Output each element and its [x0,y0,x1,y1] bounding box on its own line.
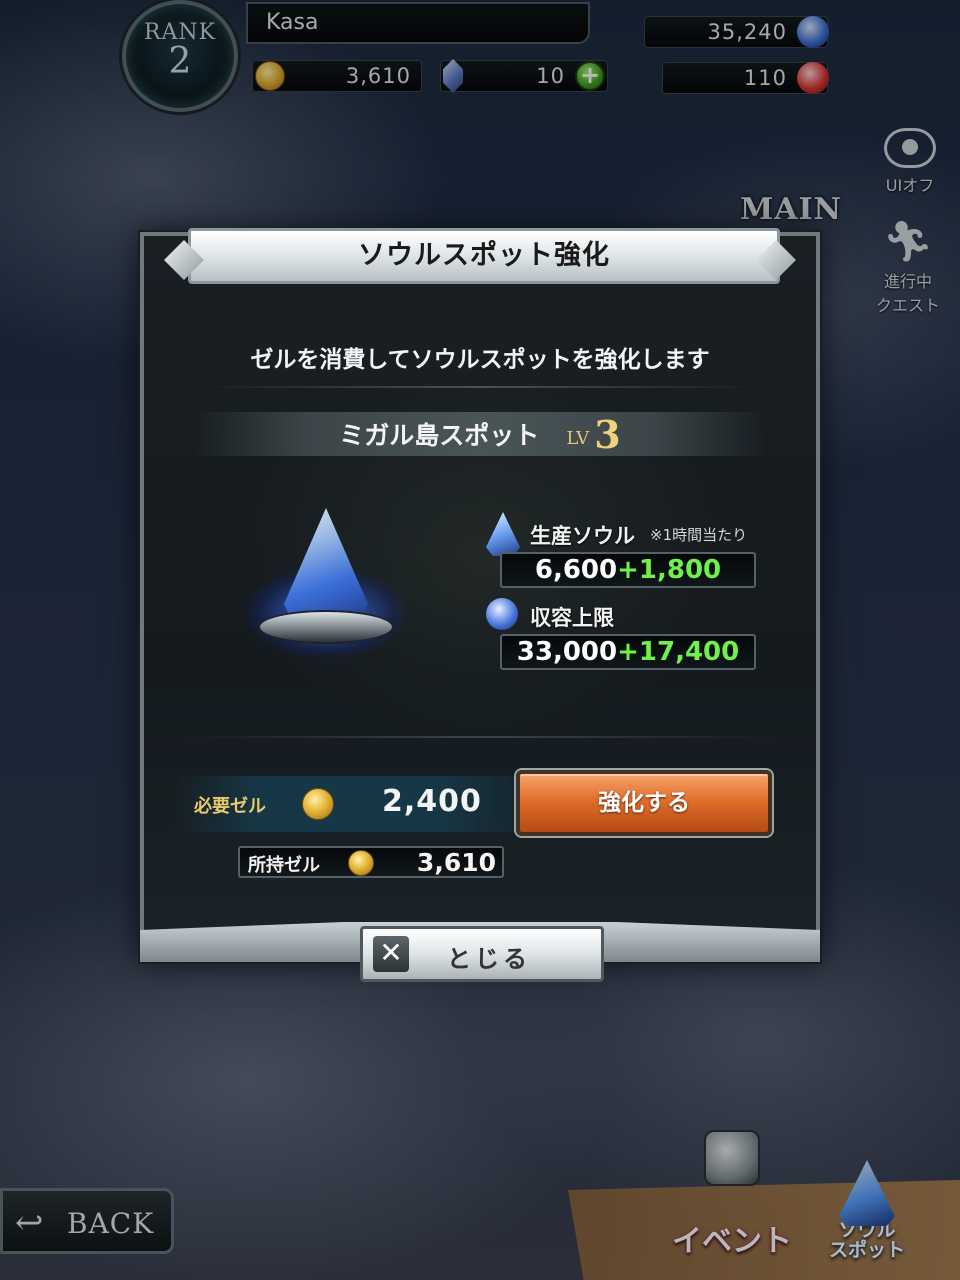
owned-gil-row: 所持ゼル 3,610 [238,846,504,878]
capacity-stat: 収容上限 33,000+17,400 [486,598,756,670]
required-gil-value: 2,400 [382,784,482,819]
production-value-box: 6,600+1,800 [500,552,756,588]
production-stat: 生産ソウル ※1時間当たり 6,600+1,800 [486,512,756,588]
owned-gil-label: 所持ゼル [248,855,320,876]
spot-pedestal [258,610,394,644]
enhance-button[interactable]: 強化する [516,770,772,836]
production-base: 6,600 [534,555,618,585]
capacity-base: 33,000 [516,637,618,667]
soul-drop-icon [486,512,520,556]
enhance-button-label: 強化する [598,790,690,816]
capacity-title: 収容上限 [486,598,756,634]
level-label: LV [566,428,590,449]
capacity-plus: +17,400 [617,637,740,667]
spot-name-bar: ミガル島スポット LV 3 [194,412,766,457]
divider [204,386,756,388]
soul-orb-icon [486,598,518,630]
close-icon: ✕ [373,936,409,972]
capacity-label: 収容上限 [530,606,614,630]
close-button[interactable]: ✕ とじる [360,926,604,982]
level-value: 3 [594,412,621,457]
dialog-title: ソウルスポット強化 [358,240,610,271]
production-label: 生産ソウル [530,524,635,548]
close-button-label: とじる [447,945,531,973]
production-plus: +1,800 [617,555,722,585]
required-gil-row: 必要ゼル 2,400 [174,776,524,832]
spot-name: ミガル島スポット [339,421,540,450]
dialog-description: ゼルを消費してソウルスポットを強化します [250,347,710,373]
gil-coin-icon [302,788,334,820]
required-gil-label: 必要ゼル [194,796,266,817]
owned-gil-value: 3,610 [416,848,496,877]
divider [184,736,776,738]
capacity-value-box: 33,000+17,400 [500,634,756,670]
soul-spot-image [236,498,416,668]
dialog-header: ソウルスポット強化 [188,228,780,284]
production-note: ※1時間当たり [650,526,748,544]
soul-spot-enhance-dialog: ソウルスポット強化 ゼルを消費してソウルスポットを強化します ミガル島スポット … [140,228,820,982]
gil-coin-icon [348,850,374,876]
production-title: 生産ソウル ※1時間当たり [486,512,756,556]
